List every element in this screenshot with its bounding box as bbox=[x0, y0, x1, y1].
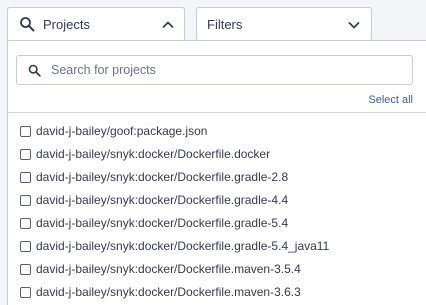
search-icon bbox=[28, 64, 41, 77]
filters-dropdown-button[interactable]: Filters bbox=[196, 7, 372, 41]
list-item-label: david-j-bailey/snyk:docker/Dockerfile.ma… bbox=[36, 285, 301, 299]
checkbox[interactable] bbox=[20, 241, 31, 252]
checkbox[interactable] bbox=[20, 264, 31, 275]
list-item-label: david-j-bailey/snyk:docker/Dockerfile.gr… bbox=[36, 170, 289, 184]
select-all-link[interactable]: Select all bbox=[368, 94, 413, 106]
search-icon bbox=[20, 17, 35, 32]
chevron-down-icon bbox=[348, 22, 360, 29]
list-item-label: david-j-bailey/snyk:docker/Dockerfile.gr… bbox=[36, 193, 289, 207]
list-item-label: david-j-bailey/snyk:docker/Dockerfile.do… bbox=[36, 147, 271, 161]
checkbox[interactable] bbox=[20, 172, 31, 183]
checkbox[interactable] bbox=[20, 195, 31, 206]
list-item[interactable]: david-j-bailey/snyk:docker/Dockerfile.gr… bbox=[8, 166, 426, 188]
checkbox[interactable] bbox=[20, 287, 31, 298]
checkbox[interactable] bbox=[20, 218, 31, 229]
projects-label: Projects bbox=[43, 17, 90, 32]
chevron-up-icon bbox=[162, 21, 174, 28]
list-item[interactable]: david-j-bailey/snyk:docker/Dockerfile.gr… bbox=[8, 212, 426, 234]
divider bbox=[8, 112, 426, 113]
list-item[interactable]: david-j-bailey/snyk:docker/Dockerfile.ma… bbox=[8, 281, 426, 303]
list-item[interactable]: david-j-bailey/snyk:docker/Dockerfile.gr… bbox=[8, 235, 426, 257]
project-search-box bbox=[16, 55, 413, 85]
project-search-input[interactable] bbox=[51, 61, 401, 79]
list-item[interactable]: david-j-bailey/goof:package.json bbox=[8, 120, 426, 142]
projects-dropdown-button[interactable]: Projects bbox=[7, 7, 185, 41]
projects-dropdown-panel: Select all david-j-bailey/goof:package.j… bbox=[7, 40, 426, 305]
checkbox[interactable] bbox=[20, 149, 31, 160]
list-item-label: david-j-bailey/snyk:docker/Dockerfile.gr… bbox=[36, 216, 289, 230]
list-item-label: david-j-bailey/snyk:docker/Dockerfile.gr… bbox=[36, 239, 330, 253]
list-item-label: david-j-bailey/goof:package.json bbox=[36, 124, 208, 138]
filter-toolbar: Projects Filters bbox=[0, 0, 426, 44]
list-item-label: david-j-bailey/snyk:docker/Dockerfile.ma… bbox=[36, 262, 301, 276]
checkbox[interactable] bbox=[20, 126, 31, 137]
filters-label: Filters bbox=[207, 17, 243, 32]
list-item[interactable]: david-j-bailey/snyk:docker/Dockerfile.gr… bbox=[8, 189, 426, 211]
list-item[interactable]: david-j-bailey/snyk:docker/Dockerfile.ma… bbox=[8, 258, 426, 280]
list-item[interactable]: david-j-bailey/snyk:docker/Dockerfile.do… bbox=[8, 143, 426, 165]
